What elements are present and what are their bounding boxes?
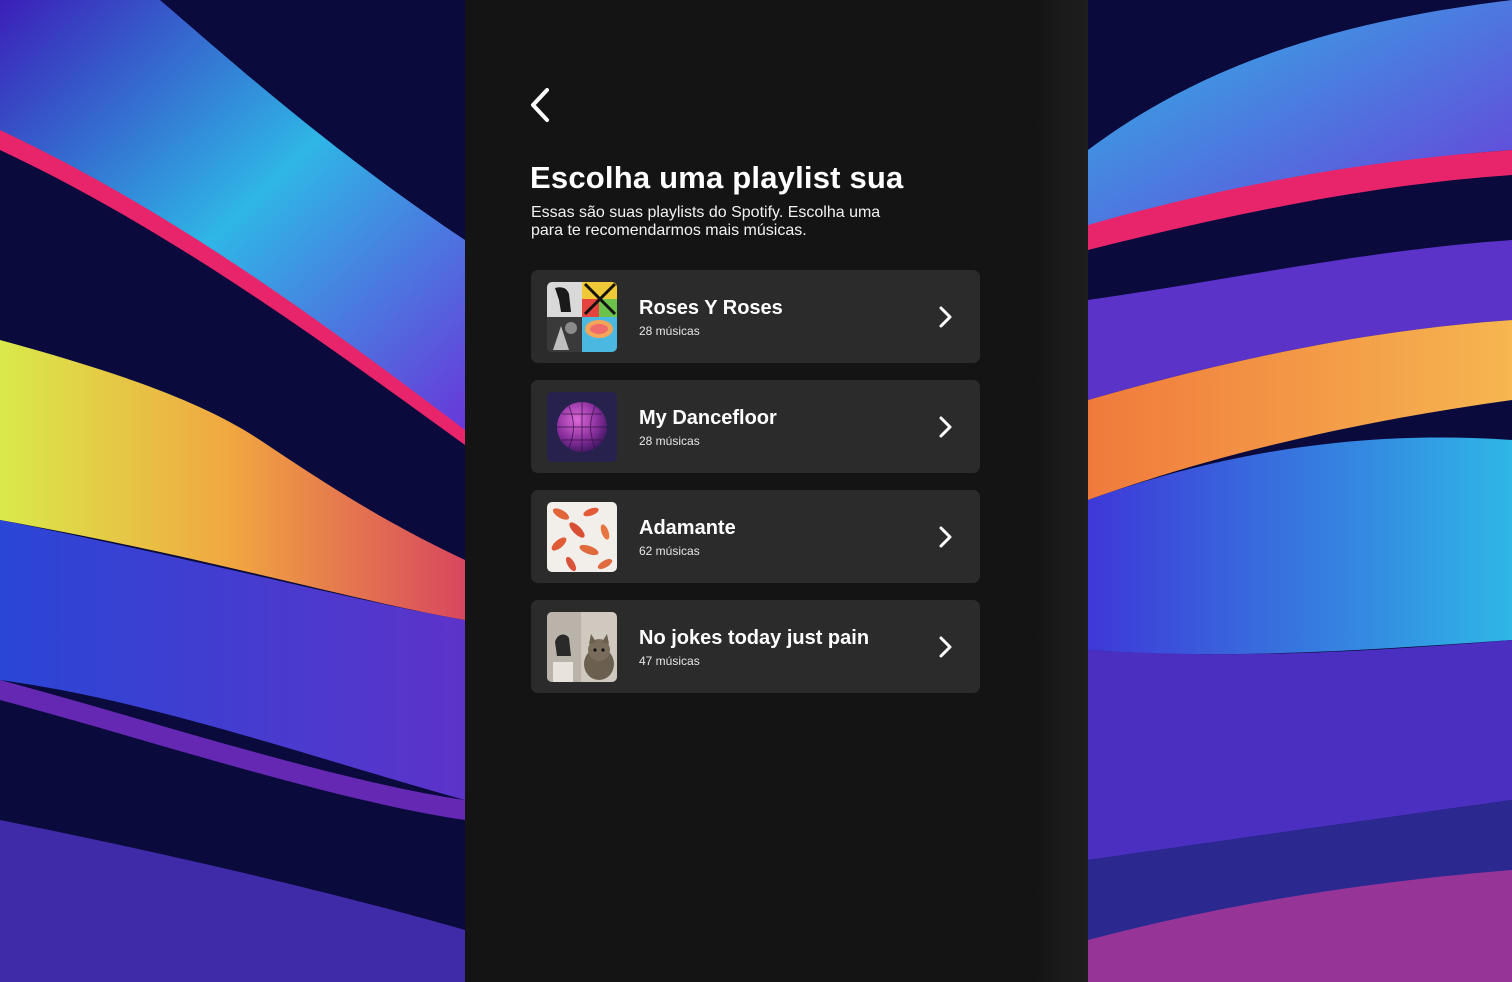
playlist-list: Roses Y Roses 28 músicas My Dancefloor 2…: [531, 270, 980, 710]
back-button[interactable]: [527, 86, 559, 124]
cat-photo-cover: [547, 612, 617, 682]
background-art-right: [1088, 0, 1512, 982]
playlist-card[interactable]: Adamante 62 músicas: [531, 490, 980, 583]
playlist-card[interactable]: No jokes today just pain 47 músicas: [531, 600, 980, 693]
playlist-name: No jokes today just pain: [639, 627, 870, 649]
playlist-picker-panel: Escolha uma playlist sua Essas são suas …: [465, 0, 1088, 982]
background-art-left: [0, 0, 465, 982]
playlist-card[interactable]: Roses Y Roses 28 músicas: [531, 270, 980, 363]
playlist-name: Roses Y Roses: [639, 297, 783, 319]
chevron-right-icon: [939, 306, 952, 328]
playlist-track-count: 62 músicas: [639, 544, 700, 558]
playlist-name: Adamante: [639, 517, 736, 539]
app-stage: Escolha uma playlist sua Essas são suas …: [0, 0, 1512, 982]
chevron-right-icon: [939, 416, 952, 438]
playlist-name: My Dancefloor: [639, 407, 777, 429]
playlist-track-count: 47 músicas: [639, 654, 700, 668]
page-title: Escolha uma playlist sua: [530, 160, 904, 195]
chevron-left-icon: [531, 88, 549, 122]
chevron-right-icon: [939, 526, 952, 548]
playlist-track-count: 28 músicas: [639, 434, 700, 448]
disco-ball-cover: [547, 392, 617, 462]
playlist-card[interactable]: My Dancefloor 28 músicas: [531, 380, 980, 473]
page-subtitle: Essas são suas playlists do Spotify. Esc…: [531, 204, 881, 239]
playlist-track-count: 28 músicas: [639, 324, 700, 338]
koi-fish-cover: [547, 502, 617, 572]
chevron-right-icon: [939, 636, 952, 658]
playlist-mosaic-cover: [547, 282, 617, 352]
